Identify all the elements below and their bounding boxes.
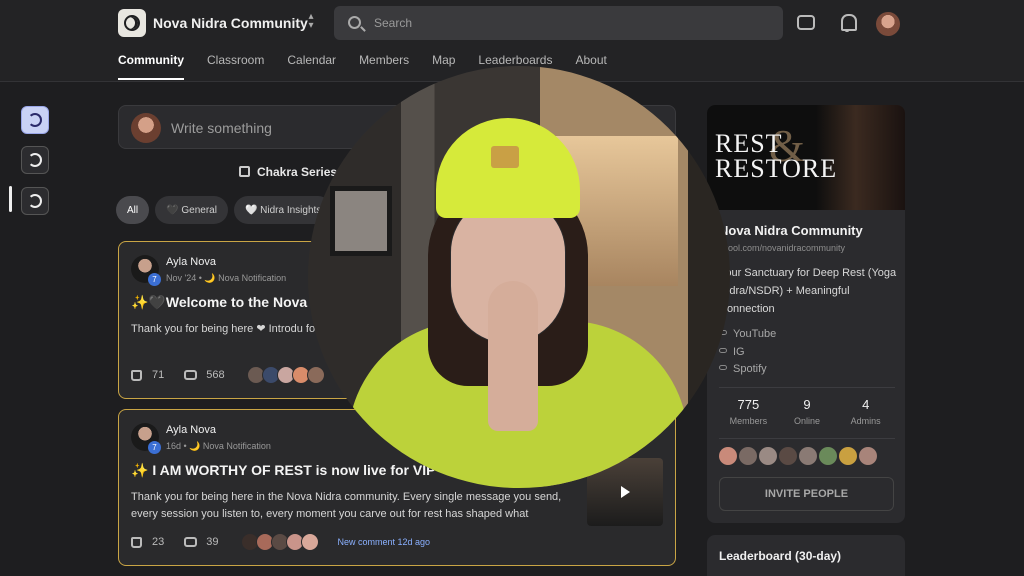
sidebar-community-url[interactable]: skool.com/novanidracommunity: [719, 243, 845, 253]
post-footer: 71 568: [131, 366, 325, 384]
link-spotify[interactable]: Spotify: [719, 361, 776, 379]
search-bar[interactable]: [334, 6, 783, 40]
stat-label: Admins: [850, 416, 881, 426]
link-label: Spotify: [733, 363, 767, 375]
calendar-icon: [239, 166, 250, 177]
page: Nova Nidra Community ▴▾ Community Classr…: [0, 0, 1024, 576]
rail-active-indicator: [9, 186, 12, 212]
rail-community-3[interactable]: [21, 187, 49, 215]
member-avatar[interactable]: [739, 447, 757, 465]
presenter-video-overlay: [308, 66, 730, 488]
comment-icon[interactable]: [184, 537, 198, 547]
moon-icon: [28, 153, 42, 167]
link-label: YouTube: [733, 328, 777, 340]
like-icon[interactable]: [131, 536, 142, 548]
rail-community-2[interactable]: [21, 146, 49, 174]
community-banner: & REST RESTORE: [707, 105, 905, 210]
community-sidebar: & REST RESTORE Nova Nidra Community skoo…: [707, 105, 905, 523]
member-avatar[interactable]: [799, 447, 817, 465]
video-background-frame: [330, 186, 392, 256]
community-logo[interactable]: [118, 9, 146, 37]
filter-all[interactable]: All: [116, 196, 150, 224]
presenter-hands: [488, 281, 538, 431]
moon-icon: [28, 194, 42, 208]
new-comment-indicator[interactable]: New comment 12d ago: [338, 537, 431, 547]
moon-icon: [124, 15, 140, 31]
beanie-patch: [491, 146, 519, 168]
comment-count: 568: [206, 369, 225, 381]
post-meta: Nov '24 • 🌙 Nova Notification: [166, 273, 287, 283]
stat-value: 775: [737, 397, 760, 412]
commenter-avatar: [306, 366, 325, 384]
like-icon[interactable]: [131, 369, 142, 381]
commenter-avatars: [246, 366, 325, 384]
post-title[interactable]: ✨🖤Welcome to the Nova N: [131, 294, 321, 311]
stat-members[interactable]: 775 Members: [719, 388, 778, 438]
member-avatar[interactable]: [819, 447, 837, 465]
member-avatar[interactable]: [839, 447, 857, 465]
community-switcher-icon[interactable]: ▴ ▾: [303, 12, 319, 34]
stat-online[interactable]: 9 Online: [778, 388, 837, 438]
member-avatar[interactable]: [759, 447, 777, 465]
comment-icon[interactable]: [184, 370, 198, 380]
post-footer: 23 39 New comment 12d ago: [131, 533, 430, 551]
search-input[interactable]: [374, 6, 774, 40]
composer-avatar: [131, 113, 161, 143]
community-rail: [0, 82, 60, 576]
community-name[interactable]: Nova Nidra Community: [153, 15, 308, 31]
like-count: 71: [152, 369, 165, 381]
link-ig[interactable]: IG: [719, 344, 776, 362]
category-filters: All 🖤 General 🤍 Nidra Insights: [116, 196, 333, 224]
stat-admins[interactable]: 4 Admins: [836, 388, 895, 438]
composer-placeholder: Write something: [171, 120, 272, 136]
banner-text: REST RESTORE: [715, 129, 838, 183]
leaderboard-card[interactable]: Leaderboard (30-day): [707, 535, 905, 576]
sidebar-community-name: Nova Nidra Community: [719, 223, 863, 238]
tab-members[interactable]: Members: [359, 53, 409, 80]
presenter-beanie: [436, 118, 580, 218]
leaderboard-title: Leaderboard (30-day): [719, 549, 842, 563]
invite-people-button[interactable]: INVITE PEOPLE: [719, 477, 894, 511]
user-avatar[interactable]: [876, 12, 900, 36]
moon-icon: [28, 113, 42, 127]
like-count: 23: [152, 536, 165, 548]
level-badge: 7: [148, 441, 161, 454]
member-avatars: [719, 447, 879, 465]
commenter-avatars: [240, 533, 319, 551]
bell-icon[interactable]: [838, 13, 858, 33]
member-avatar[interactable]: [779, 447, 797, 465]
rail-community-1[interactable]: [21, 106, 49, 134]
stat-label: Online: [794, 416, 821, 426]
stat-value: 9: [803, 397, 811, 412]
post-body: Thank you for being here in the Nova Nid…: [131, 491, 562, 520]
tab-calendar[interactable]: Calendar: [287, 53, 336, 80]
stat-value: 4: [862, 397, 870, 412]
member-avatar[interactable]: [719, 447, 737, 465]
commenter-avatar: [300, 533, 319, 551]
chat-icon[interactable]: [797, 15, 815, 30]
filter-general[interactable]: 🖤 General: [155, 196, 228, 224]
link-label: IG: [733, 345, 745, 358]
post-meta: 16d • 🌙 Nova Notification: [166, 441, 271, 451]
link-icon: [719, 347, 727, 353]
tab-classroom[interactable]: Classroom: [207, 53, 264, 80]
link-icon: [719, 365, 727, 370]
sidebar-links: YouTube IG Spotify: [719, 326, 776, 379]
member-avatar[interactable]: [859, 447, 877, 465]
stat-label: Members: [729, 416, 768, 426]
comment-count: 39: [206, 536, 219, 548]
tab-community[interactable]: Community: [118, 53, 184, 80]
sidebar-description: Your Sanctuary for Deep Rest (Yoga Nidra…: [719, 267, 897, 315]
post-author[interactable]: Ayla Nova: [166, 256, 216, 268]
level-badge: 7: [148, 273, 161, 286]
post-author[interactable]: Ayla Nova: [166, 424, 216, 436]
link-youtube[interactable]: YouTube: [719, 326, 776, 344]
search-icon: [348, 16, 361, 29]
community-stats: 775 Members 9 Online 4 Admins: [719, 387, 895, 439]
